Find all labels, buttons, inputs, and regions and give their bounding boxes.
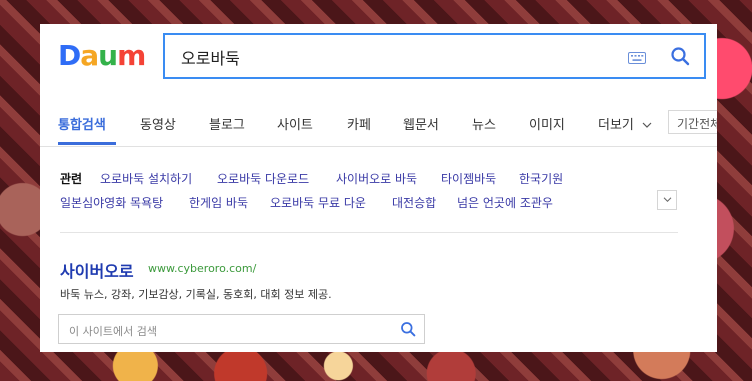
- tab-more[interactable]: 더보기: [598, 114, 652, 133]
- related-label: 관련: [60, 172, 83, 186]
- related-link[interactable]: 한게임 바둑: [189, 194, 248, 211]
- tab-more-label: 더보기: [598, 118, 634, 133]
- logo-letter-a: a: [80, 39, 99, 72]
- logo-letter-u: u: [98, 39, 118, 72]
- related-link[interactable]: 오로바둑 다운로드: [217, 170, 309, 187]
- search-results-panel: Daum 통합검색 동영상 블로그 사이트 카페 웹문서 뉴스 이미지: [40, 24, 717, 352]
- tab-site[interactable]: 사이트: [277, 114, 313, 133]
- related-link[interactable]: 일본심야영화 목욕탕: [60, 194, 163, 211]
- site-search-button[interactable]: [400, 321, 416, 341]
- search-icon: [401, 322, 416, 337]
- tab-webdoc[interactable]: 웹문서: [403, 114, 439, 133]
- tab-cafe[interactable]: 카페: [347, 114, 371, 133]
- related-link[interactable]: 사이버오로 바둑: [336, 170, 417, 187]
- related-link[interactable]: 넘은 언곳에 조관우: [457, 194, 553, 211]
- logo-letter-m: m: [117, 39, 146, 72]
- search-icon: [671, 47, 690, 66]
- logo-letter-d: D: [58, 39, 81, 72]
- site-search-input[interactable]: [67, 321, 391, 341]
- section-divider: [60, 232, 678, 233]
- tab-blog[interactable]: 블로그: [209, 114, 245, 133]
- search-tabs: 통합검색 동영상 블로그 사이트 카페 웹문서 뉴스 이미지 더보기 기간전체: [40, 100, 717, 147]
- tab-image[interactable]: 이미지: [529, 114, 565, 133]
- daum-logo[interactable]: Daum: [58, 39, 146, 72]
- search-box: [163, 33, 706, 79]
- related-expand-button[interactable]: [657, 190, 677, 210]
- related-link[interactable]: 오로바둑 설치하기: [100, 170, 192, 187]
- site-result-title[interactable]: 사이버오로: [60, 258, 134, 282]
- keyboard-icon[interactable]: [628, 49, 646, 68]
- chevron-down-icon: [663, 197, 671, 202]
- search-button[interactable]: [670, 46, 690, 70]
- search-input[interactable]: [179, 43, 603, 71]
- active-tab-indicator: [58, 142, 116, 145]
- tab-video[interactable]: 동영상: [140, 114, 176, 133]
- period-filter[interactable]: 기간전체: [668, 110, 717, 134]
- site-search-box: [58, 314, 425, 344]
- related-link[interactable]: 한국기원: [519, 170, 563, 187]
- related-link[interactable]: 대전승합: [392, 194, 436, 211]
- related-link[interactable]: 오로바둑 무료 다운: [270, 194, 366, 211]
- tab-news[interactable]: 뉴스: [472, 114, 496, 133]
- chevron-down-icon: [642, 122, 652, 128]
- tab-integrated[interactable]: 통합검색: [58, 114, 106, 133]
- site-result-url[interactable]: www.cyberoro.com/: [148, 262, 256, 275]
- site-result-description: 바둑 뉴스, 강좌, 기보감상, 기록실, 동호회, 대회 정보 제공.: [60, 288, 332, 301]
- related-link[interactable]: 타이젬바둑: [441, 170, 496, 187]
